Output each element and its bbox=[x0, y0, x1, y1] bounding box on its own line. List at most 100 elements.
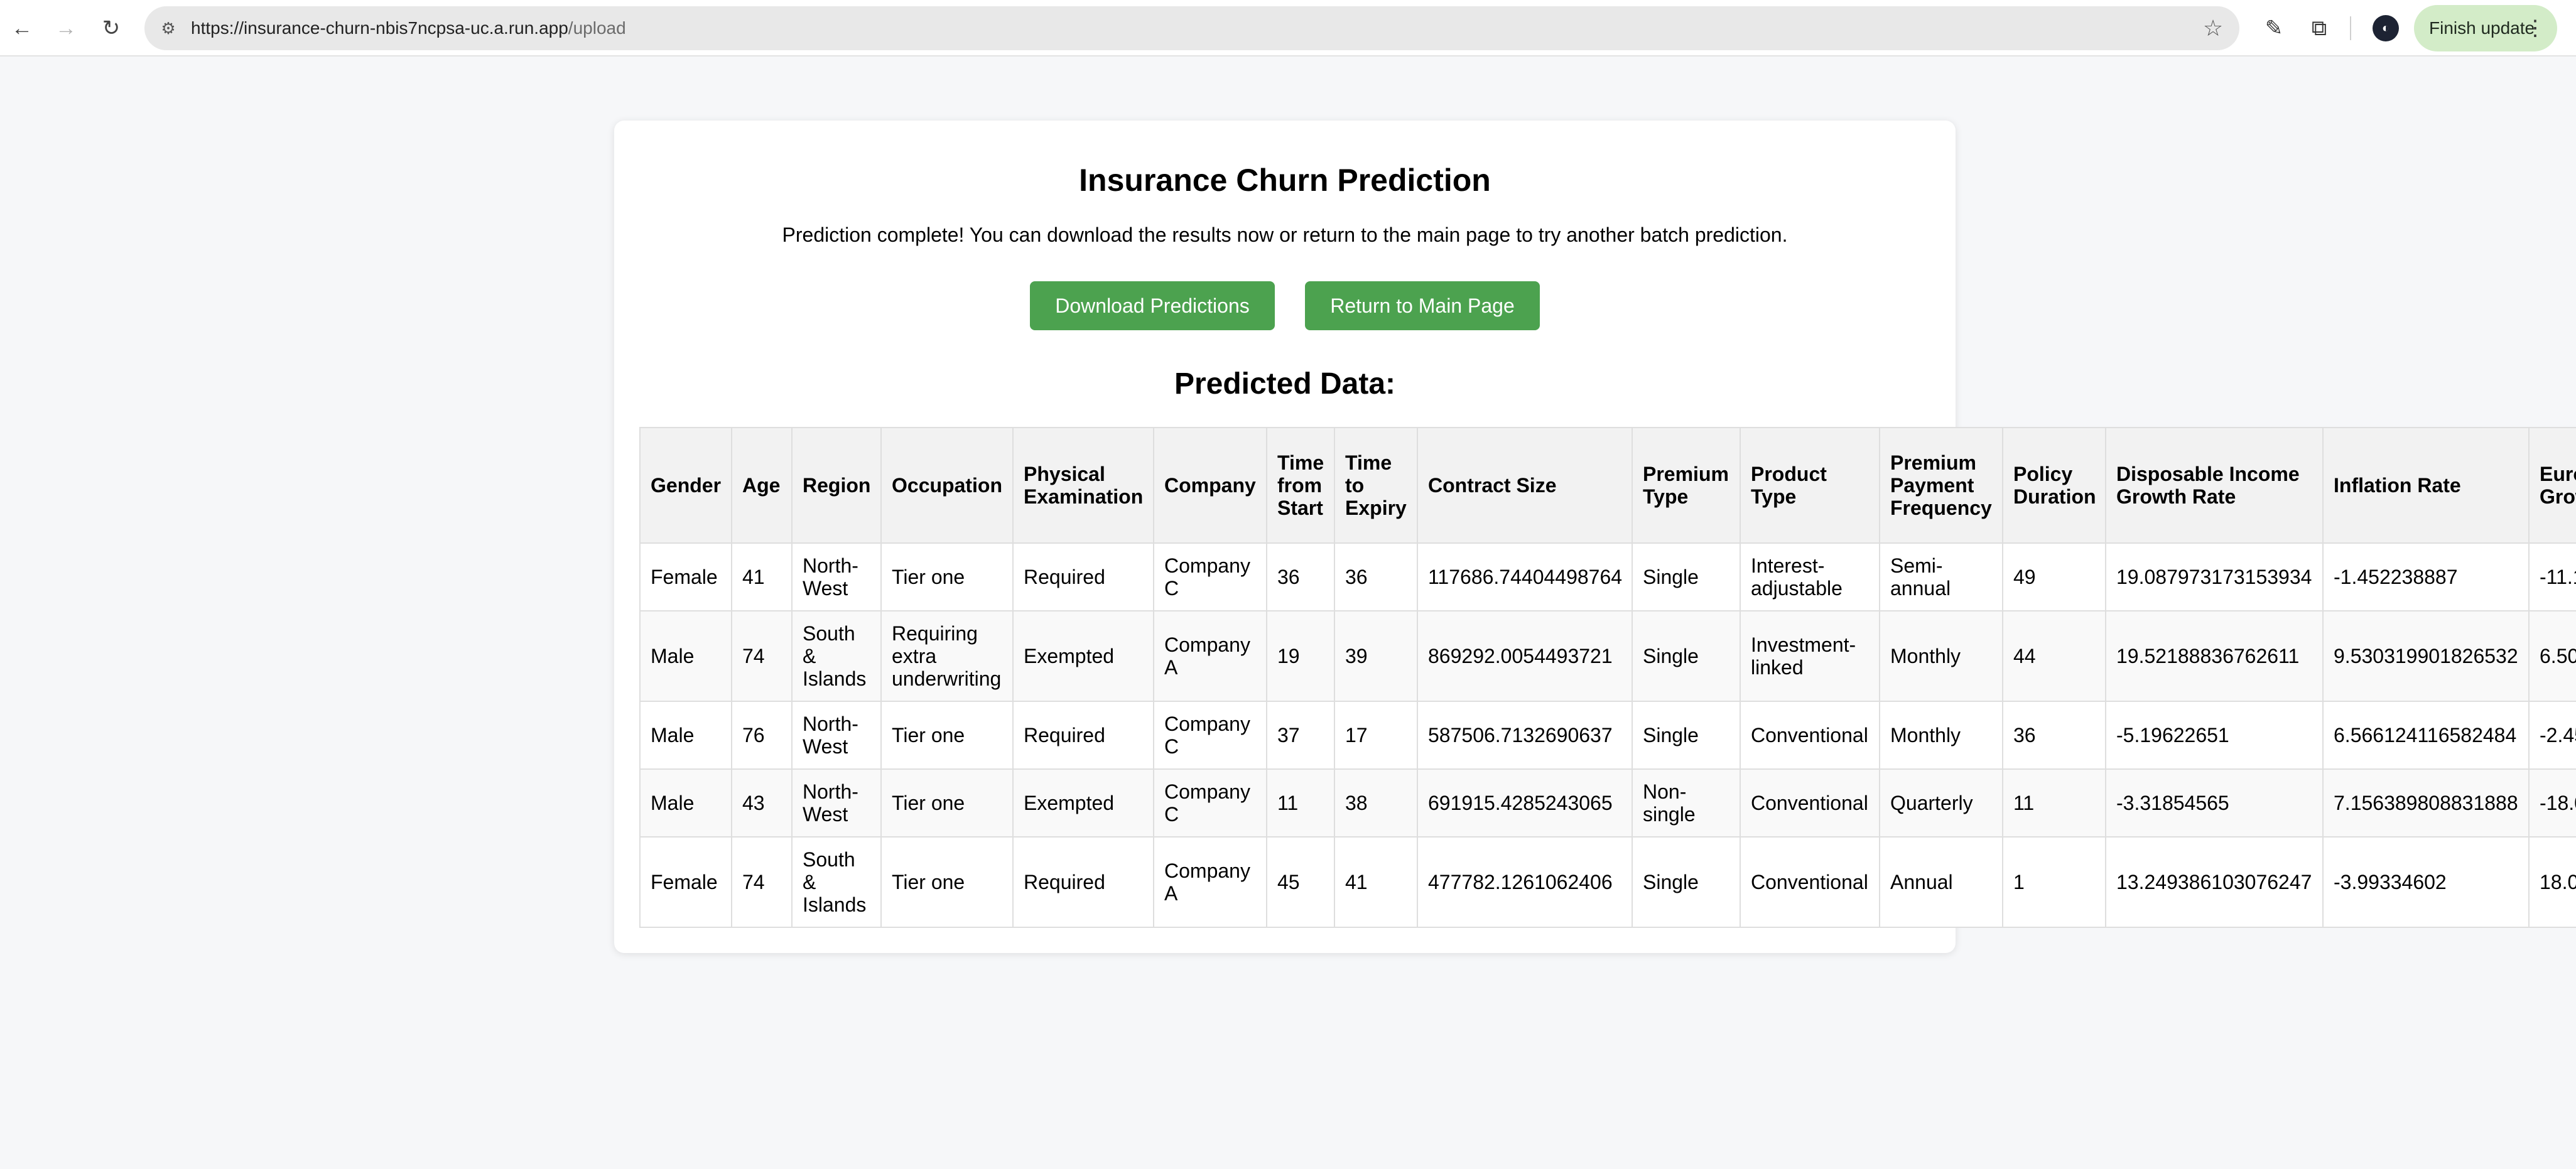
table-cell: Exempted bbox=[1012, 610, 1154, 702]
table-cell: 36 bbox=[1334, 542, 1418, 611]
table-cell: 9.530319901826532 bbox=[2322, 610, 2530, 702]
table-cell: -3.99334602 bbox=[2322, 836, 2530, 928]
browser-toolbar: ← → ↻ ⚙ https://insurance-churn-nbis7ncp… bbox=[0, 0, 2576, 57]
table-cell: Conventional bbox=[1740, 768, 1880, 838]
table-cell: 18.0 bbox=[2528, 836, 2576, 928]
table-cell: 6.50 bbox=[2528, 610, 2576, 702]
table-cell: Interest-adjustable bbox=[1740, 542, 1880, 611]
table-cell: South & Islands bbox=[791, 836, 882, 928]
table-cell: Company C bbox=[1153, 542, 1267, 611]
table-cell: -1.452238887 bbox=[2322, 542, 2530, 611]
column-header: Premium Payment Frequency bbox=[1879, 427, 2003, 544]
table-header-row: Gender Age Region Occupation Physical Examin… bbox=[639, 427, 2576, 544]
puzzle-icon[interactable]: ⧉ bbox=[2303, 13, 2335, 44]
star-icon[interactable]: ☆ bbox=[2199, 14, 2227, 42]
table-cell: Tier one bbox=[880, 768, 1014, 838]
table-row: Male 43 North-West Tier one Exempted Company … bbox=[639, 768, 2576, 838]
column-header: Inflation Rate bbox=[2322, 427, 2530, 544]
table-cell: 11 bbox=[2002, 768, 2106, 838]
table-cell: 691915.4285243065 bbox=[1417, 768, 1633, 838]
predicted-data-table-container[interactable]: Gender Age Region Occupation Physical Examin… bbox=[639, 427, 2576, 929]
finish-update-label: Finish update bbox=[2429, 18, 2535, 38]
address-bar[interactable]: ⚙ https://insurance-churn-nbis7ncpsa-uc.… bbox=[144, 6, 2239, 50]
table-cell: 587506.7132690637 bbox=[1417, 701, 1633, 770]
table-cell: 41 bbox=[731, 542, 793, 611]
table-cell: Non-single bbox=[1632, 768, 1741, 838]
table-cell: Conventional bbox=[1740, 836, 1880, 928]
column-header: Product Type bbox=[1740, 427, 1880, 544]
column-header: Gender bbox=[639, 427, 732, 544]
url-text[interactable]: https://insurance-churn-nbis7ncpsa-uc.a.… bbox=[191, 6, 626, 50]
forward-arrow-icon[interactable]: → bbox=[50, 13, 82, 44]
finish-update-button[interactable]: Finish update ⋮ bbox=[2414, 5, 2557, 51]
reload-icon[interactable]: ↻ bbox=[95, 13, 127, 44]
table-cell: -5.19622651 bbox=[2105, 701, 2324, 770]
column-header: Euro Grow bbox=[2528, 427, 2576, 544]
more-vert-icon[interactable]: ⋮ bbox=[2525, 5, 2546, 51]
return-main-page-button[interactable]: Return to Main Page bbox=[1305, 281, 1540, 330]
predicted-data-table: Gender Age Region Occupation Physical Examin… bbox=[639, 427, 2576, 928]
table-cell: 76 bbox=[731, 701, 793, 770]
column-header: Time from Start bbox=[1266, 427, 1335, 544]
table-cell: Requiring extra underwriting bbox=[880, 610, 1014, 702]
table-cell: 37 bbox=[1266, 701, 1335, 770]
table-cell: Investment-linked bbox=[1740, 610, 1880, 702]
table-cell: Male bbox=[639, 701, 732, 770]
table-cell: -3.31854565 bbox=[2105, 768, 2324, 838]
table-cell: Company A bbox=[1153, 836, 1267, 928]
back-arrow-icon[interactable]: ← bbox=[6, 13, 38, 44]
table-cell: Quarterly bbox=[1879, 768, 2003, 838]
table-cell: Company C bbox=[1153, 768, 1267, 838]
table-row: Male 76 North-West Tier one Required Company … bbox=[639, 701, 2576, 770]
table-row: Male 74 South & Islands Requiring extra und… bbox=[639, 610, 2576, 702]
table-cell: Female bbox=[639, 836, 732, 928]
table-cell: -18.0 bbox=[2528, 768, 2576, 838]
table-cell: 44 bbox=[2002, 610, 2106, 702]
table-cell: Female bbox=[639, 542, 732, 611]
column-header: Contract Size bbox=[1417, 427, 1633, 544]
table-cell: Conventional bbox=[1740, 701, 1880, 770]
table-cell: Single bbox=[1632, 836, 1741, 928]
table-cell: Required bbox=[1012, 542, 1154, 611]
download-predictions-button[interactable]: Download Predictions bbox=[1030, 281, 1275, 330]
table-cell: 45 bbox=[1266, 836, 1335, 928]
table-cell: 6.566124116582484 bbox=[2322, 701, 2530, 770]
url-host: https://insurance-churn-nbis7ncpsa-uc.a.… bbox=[191, 18, 568, 38]
column-header: Company bbox=[1153, 427, 1267, 544]
table-cell: 74 bbox=[731, 836, 793, 928]
table-cell: Company C bbox=[1153, 701, 1267, 770]
table-cell: North-West bbox=[791, 542, 882, 611]
url-path: /upload bbox=[568, 18, 626, 38]
column-header: Physical Examination bbox=[1012, 427, 1154, 544]
table-cell: Monthly bbox=[1879, 701, 2003, 770]
table-cell: Monthly bbox=[1879, 610, 2003, 702]
table-cell: 49 bbox=[2002, 542, 2106, 611]
table-cell: 13.249386103076247 bbox=[2105, 836, 2324, 928]
table-cell: -2.45 bbox=[2528, 701, 2576, 770]
table-title: Predicted Data: bbox=[1174, 367, 1396, 401]
table-cell: 36 bbox=[2002, 701, 2106, 770]
table-cell: -11.1 bbox=[2528, 542, 2576, 611]
site-info-icon[interactable]: ⚙ bbox=[158, 19, 178, 38]
table-cell: Exempted bbox=[1012, 768, 1154, 838]
table-cell: 1 bbox=[2002, 836, 2106, 928]
profile-avatar[interactable]: ◐ bbox=[2373, 15, 2399, 41]
table-cell: Company A bbox=[1153, 610, 1267, 702]
column-header: Region bbox=[791, 427, 882, 544]
eyedropper-icon[interactable]: ✎ bbox=[2258, 13, 2290, 44]
table-cell: Male bbox=[639, 610, 732, 702]
column-header: Policy Duration bbox=[2002, 427, 2106, 544]
table-cell: 477782.1261062406 bbox=[1417, 836, 1633, 928]
table-cell: 869292.0054493721 bbox=[1417, 610, 1633, 702]
table-row: Female 41 North-West Tier one Required Compan… bbox=[639, 542, 2576, 611]
table-cell: 74 bbox=[731, 610, 793, 702]
table-cell: Annual bbox=[1879, 836, 2003, 928]
column-header: Disposable Income Growth Rate bbox=[2105, 427, 2324, 544]
table-cell: 7.156389808831888 bbox=[2322, 768, 2530, 838]
table-cell: 11 bbox=[1266, 768, 1335, 838]
table-cell: 41 bbox=[1334, 836, 1418, 928]
column-header: Time to Expiry bbox=[1334, 427, 1418, 544]
column-header: Occupation bbox=[880, 427, 1014, 544]
table-cell: South & Islands bbox=[791, 610, 882, 702]
table-cell: 19.087973173153934 bbox=[2105, 542, 2324, 611]
